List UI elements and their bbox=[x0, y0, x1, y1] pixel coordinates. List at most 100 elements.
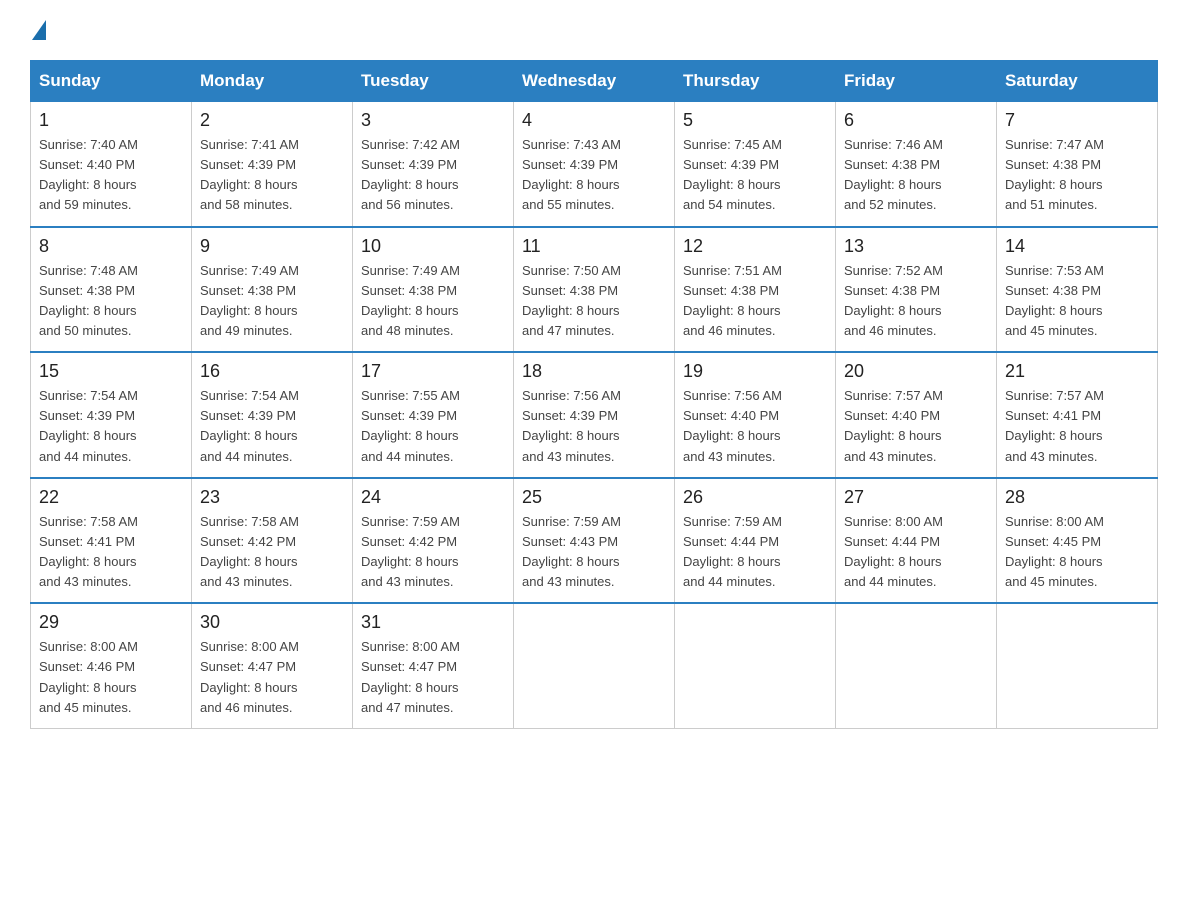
calendar-cell: 24 Sunrise: 7:59 AMSunset: 4:42 PMDaylig… bbox=[353, 478, 514, 604]
day-number: 14 bbox=[1005, 236, 1149, 257]
day-number: 17 bbox=[361, 361, 505, 382]
calendar-cell: 6 Sunrise: 7:46 AMSunset: 4:38 PMDayligh… bbox=[836, 102, 997, 227]
day-number: 31 bbox=[361, 612, 505, 633]
day-number: 3 bbox=[361, 110, 505, 131]
logo-triangle-icon bbox=[32, 20, 46, 40]
column-header-sunday: Sunday bbox=[31, 61, 192, 102]
page-header bbox=[30, 20, 1158, 42]
calendar-cell: 15 Sunrise: 7:54 AMSunset: 4:39 PMDaylig… bbox=[31, 352, 192, 478]
calendar-cell: 9 Sunrise: 7:49 AMSunset: 4:38 PMDayligh… bbox=[192, 227, 353, 353]
calendar-cell: 13 Sunrise: 7:52 AMSunset: 4:38 PMDaylig… bbox=[836, 227, 997, 353]
calendar-week-row: 15 Sunrise: 7:54 AMSunset: 4:39 PMDaylig… bbox=[31, 352, 1158, 478]
day-info: Sunrise: 7:57 AMSunset: 4:41 PMDaylight:… bbox=[1005, 388, 1104, 463]
day-number: 9 bbox=[200, 236, 344, 257]
day-info: Sunrise: 7:58 AMSunset: 4:42 PMDaylight:… bbox=[200, 514, 299, 589]
day-info: Sunrise: 7:51 AMSunset: 4:38 PMDaylight:… bbox=[683, 263, 782, 338]
day-number: 26 bbox=[683, 487, 827, 508]
column-header-saturday: Saturday bbox=[997, 61, 1158, 102]
day-number: 24 bbox=[361, 487, 505, 508]
day-info: Sunrise: 7:59 AMSunset: 4:42 PMDaylight:… bbox=[361, 514, 460, 589]
calendar-cell: 16 Sunrise: 7:54 AMSunset: 4:39 PMDaylig… bbox=[192, 352, 353, 478]
day-info: Sunrise: 7:45 AMSunset: 4:39 PMDaylight:… bbox=[683, 137, 782, 212]
calendar-cell: 14 Sunrise: 7:53 AMSunset: 4:38 PMDaylig… bbox=[997, 227, 1158, 353]
day-info: Sunrise: 7:59 AMSunset: 4:43 PMDaylight:… bbox=[522, 514, 621, 589]
calendar-cell: 19 Sunrise: 7:56 AMSunset: 4:40 PMDaylig… bbox=[675, 352, 836, 478]
day-info: Sunrise: 8:00 AMSunset: 4:44 PMDaylight:… bbox=[844, 514, 943, 589]
calendar-cell bbox=[997, 603, 1158, 728]
day-number: 5 bbox=[683, 110, 827, 131]
calendar-cell: 27 Sunrise: 8:00 AMSunset: 4:44 PMDaylig… bbox=[836, 478, 997, 604]
column-header-wednesday: Wednesday bbox=[514, 61, 675, 102]
calendar-cell: 29 Sunrise: 8:00 AMSunset: 4:46 PMDaylig… bbox=[31, 603, 192, 728]
day-info: Sunrise: 7:59 AMSunset: 4:44 PMDaylight:… bbox=[683, 514, 782, 589]
day-number: 1 bbox=[39, 110, 183, 131]
calendar-cell: 20 Sunrise: 7:57 AMSunset: 4:40 PMDaylig… bbox=[836, 352, 997, 478]
calendar-table: SundayMondayTuesdayWednesdayThursdayFrid… bbox=[30, 60, 1158, 729]
day-number: 21 bbox=[1005, 361, 1149, 382]
day-info: Sunrise: 7:46 AMSunset: 4:38 PMDaylight:… bbox=[844, 137, 943, 212]
day-number: 19 bbox=[683, 361, 827, 382]
calendar-cell: 7 Sunrise: 7:47 AMSunset: 4:38 PMDayligh… bbox=[997, 102, 1158, 227]
day-info: Sunrise: 7:58 AMSunset: 4:41 PMDaylight:… bbox=[39, 514, 138, 589]
calendar-header-row: SundayMondayTuesdayWednesdayThursdayFrid… bbox=[31, 61, 1158, 102]
day-number: 28 bbox=[1005, 487, 1149, 508]
day-number: 22 bbox=[39, 487, 183, 508]
column-header-friday: Friday bbox=[836, 61, 997, 102]
day-number: 8 bbox=[39, 236, 183, 257]
calendar-cell: 26 Sunrise: 7:59 AMSunset: 4:44 PMDaylig… bbox=[675, 478, 836, 604]
day-info: Sunrise: 7:50 AMSunset: 4:38 PMDaylight:… bbox=[522, 263, 621, 338]
day-info: Sunrise: 7:42 AMSunset: 4:39 PMDaylight:… bbox=[361, 137, 460, 212]
day-number: 15 bbox=[39, 361, 183, 382]
column-header-monday: Monday bbox=[192, 61, 353, 102]
day-info: Sunrise: 7:57 AMSunset: 4:40 PMDaylight:… bbox=[844, 388, 943, 463]
day-number: 11 bbox=[522, 236, 666, 257]
day-info: Sunrise: 8:00 AMSunset: 4:46 PMDaylight:… bbox=[39, 639, 138, 714]
day-info: Sunrise: 7:54 AMSunset: 4:39 PMDaylight:… bbox=[200, 388, 299, 463]
day-number: 23 bbox=[200, 487, 344, 508]
calendar-cell: 28 Sunrise: 8:00 AMSunset: 4:45 PMDaylig… bbox=[997, 478, 1158, 604]
day-info: Sunrise: 8:00 AMSunset: 4:47 PMDaylight:… bbox=[200, 639, 299, 714]
day-info: Sunrise: 7:55 AMSunset: 4:39 PMDaylight:… bbox=[361, 388, 460, 463]
calendar-cell: 4 Sunrise: 7:43 AMSunset: 4:39 PMDayligh… bbox=[514, 102, 675, 227]
day-number: 29 bbox=[39, 612, 183, 633]
day-info: Sunrise: 7:41 AMSunset: 4:39 PMDaylight:… bbox=[200, 137, 299, 212]
calendar-cell: 3 Sunrise: 7:42 AMSunset: 4:39 PMDayligh… bbox=[353, 102, 514, 227]
day-info: Sunrise: 7:40 AMSunset: 4:40 PMDaylight:… bbox=[39, 137, 138, 212]
calendar-cell bbox=[675, 603, 836, 728]
calendar-cell: 12 Sunrise: 7:51 AMSunset: 4:38 PMDaylig… bbox=[675, 227, 836, 353]
calendar-cell: 30 Sunrise: 8:00 AMSunset: 4:47 PMDaylig… bbox=[192, 603, 353, 728]
day-info: Sunrise: 7:48 AMSunset: 4:38 PMDaylight:… bbox=[39, 263, 138, 338]
day-number: 30 bbox=[200, 612, 344, 633]
day-number: 4 bbox=[522, 110, 666, 131]
calendar-cell: 17 Sunrise: 7:55 AMSunset: 4:39 PMDaylig… bbox=[353, 352, 514, 478]
calendar-cell bbox=[514, 603, 675, 728]
day-number: 16 bbox=[200, 361, 344, 382]
day-number: 13 bbox=[844, 236, 988, 257]
calendar-cell: 8 Sunrise: 7:48 AMSunset: 4:38 PMDayligh… bbox=[31, 227, 192, 353]
day-info: Sunrise: 7:56 AMSunset: 4:39 PMDaylight:… bbox=[522, 388, 621, 463]
column-header-thursday: Thursday bbox=[675, 61, 836, 102]
day-number: 7 bbox=[1005, 110, 1149, 131]
logo bbox=[30, 20, 48, 42]
calendar-week-row: 8 Sunrise: 7:48 AMSunset: 4:38 PMDayligh… bbox=[31, 227, 1158, 353]
day-number: 2 bbox=[200, 110, 344, 131]
day-number: 12 bbox=[683, 236, 827, 257]
calendar-cell: 1 Sunrise: 7:40 AMSunset: 4:40 PMDayligh… bbox=[31, 102, 192, 227]
calendar-cell: 25 Sunrise: 7:59 AMSunset: 4:43 PMDaylig… bbox=[514, 478, 675, 604]
calendar-cell: 5 Sunrise: 7:45 AMSunset: 4:39 PMDayligh… bbox=[675, 102, 836, 227]
calendar-cell: 31 Sunrise: 8:00 AMSunset: 4:47 PMDaylig… bbox=[353, 603, 514, 728]
calendar-cell: 22 Sunrise: 7:58 AMSunset: 4:41 PMDaylig… bbox=[31, 478, 192, 604]
column-header-tuesday: Tuesday bbox=[353, 61, 514, 102]
calendar-cell: 18 Sunrise: 7:56 AMSunset: 4:39 PMDaylig… bbox=[514, 352, 675, 478]
day-info: Sunrise: 7:56 AMSunset: 4:40 PMDaylight:… bbox=[683, 388, 782, 463]
calendar-cell bbox=[836, 603, 997, 728]
calendar-cell: 11 Sunrise: 7:50 AMSunset: 4:38 PMDaylig… bbox=[514, 227, 675, 353]
calendar-cell: 21 Sunrise: 7:57 AMSunset: 4:41 PMDaylig… bbox=[997, 352, 1158, 478]
day-number: 6 bbox=[844, 110, 988, 131]
calendar-cell: 2 Sunrise: 7:41 AMSunset: 4:39 PMDayligh… bbox=[192, 102, 353, 227]
calendar-cell: 10 Sunrise: 7:49 AMSunset: 4:38 PMDaylig… bbox=[353, 227, 514, 353]
day-info: Sunrise: 7:54 AMSunset: 4:39 PMDaylight:… bbox=[39, 388, 138, 463]
day-number: 18 bbox=[522, 361, 666, 382]
day-info: Sunrise: 7:52 AMSunset: 4:38 PMDaylight:… bbox=[844, 263, 943, 338]
day-info: Sunrise: 7:49 AMSunset: 4:38 PMDaylight:… bbox=[200, 263, 299, 338]
